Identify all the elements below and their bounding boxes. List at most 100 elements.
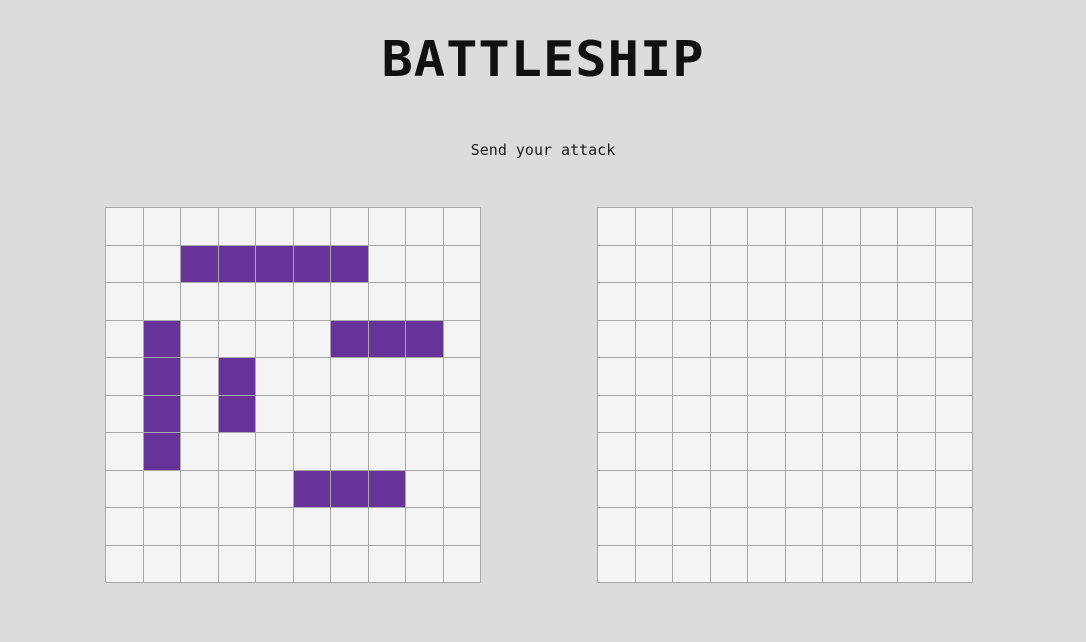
enemy-board-cell[interactable] xyxy=(823,508,861,546)
enemy-board-cell[interactable] xyxy=(710,470,748,508)
enemy-board-cell[interactable] xyxy=(898,433,936,471)
enemy-board-cell[interactable] xyxy=(673,358,711,396)
enemy-board-cell[interactable] xyxy=(748,508,786,546)
enemy-board-cell[interactable] xyxy=(598,470,636,508)
enemy-board-cell[interactable] xyxy=(748,395,786,433)
enemy-board-cell[interactable] xyxy=(785,433,823,471)
enemy-board-cell[interactable] xyxy=(935,508,973,546)
enemy-board-cell[interactable] xyxy=(673,508,711,546)
enemy-board-cell[interactable] xyxy=(598,245,636,283)
enemy-board-cell[interactable] xyxy=(935,395,973,433)
enemy-board-cell[interactable] xyxy=(635,320,673,358)
enemy-board-cell[interactable] xyxy=(935,245,973,283)
enemy-board-cell[interactable] xyxy=(823,395,861,433)
enemy-board-cell[interactable] xyxy=(935,545,973,583)
enemy-board-cell[interactable] xyxy=(860,470,898,508)
enemy-board-cell[interactable] xyxy=(860,508,898,546)
enemy-board-cell[interactable] xyxy=(823,320,861,358)
enemy-board-cell[interactable] xyxy=(673,545,711,583)
enemy-board-cell[interactable] xyxy=(823,245,861,283)
enemy-board-cell[interactable] xyxy=(898,545,936,583)
enemy-board-cell[interactable] xyxy=(748,358,786,396)
enemy-board-cell[interactable] xyxy=(898,283,936,321)
enemy-board-cell[interactable] xyxy=(673,208,711,246)
enemy-board-cell[interactable] xyxy=(710,433,748,471)
enemy-board-cell[interactable] xyxy=(635,245,673,283)
enemy-board-cell[interactable] xyxy=(598,545,636,583)
enemy-board-cell[interactable] xyxy=(860,320,898,358)
enemy-board-cell[interactable] xyxy=(785,320,823,358)
enemy-board-cell[interactable] xyxy=(935,433,973,471)
enemy-board-cell[interactable] xyxy=(898,395,936,433)
enemy-board-cell[interactable] xyxy=(898,320,936,358)
enemy-board-cell[interactable] xyxy=(748,433,786,471)
enemy-board-cell[interactable] xyxy=(673,283,711,321)
enemy-board-cell[interactable] xyxy=(898,358,936,396)
enemy-board-cell[interactable] xyxy=(860,395,898,433)
enemy-board-cell[interactable] xyxy=(635,545,673,583)
enemy-board-cell[interactable] xyxy=(635,508,673,546)
enemy-board-cell[interactable] xyxy=(635,283,673,321)
enemy-board-cell[interactable] xyxy=(748,470,786,508)
enemy-board[interactable] xyxy=(597,207,973,583)
enemy-board-cell[interactable] xyxy=(710,508,748,546)
enemy-board-cell[interactable] xyxy=(598,433,636,471)
enemy-board-cell[interactable] xyxy=(823,358,861,396)
enemy-board-cell[interactable] xyxy=(935,470,973,508)
enemy-board-cell[interactable] xyxy=(635,358,673,396)
enemy-board-cell[interactable] xyxy=(635,433,673,471)
enemy-board-cell[interactable] xyxy=(785,545,823,583)
enemy-board-cell[interactable] xyxy=(710,283,748,321)
enemy-board-cell[interactable] xyxy=(860,358,898,396)
enemy-board-cell[interactable] xyxy=(598,283,636,321)
enemy-board-cell[interactable] xyxy=(673,245,711,283)
enemy-board-cell[interactable] xyxy=(935,358,973,396)
enemy-board-cell[interactable] xyxy=(860,208,898,246)
enemy-board-cell[interactable] xyxy=(598,358,636,396)
enemy-board-cell[interactable] xyxy=(898,508,936,546)
enemy-board-cell[interactable] xyxy=(860,545,898,583)
enemy-board-cell[interactable] xyxy=(710,395,748,433)
enemy-board-cell[interactable] xyxy=(860,283,898,321)
enemy-board-cell[interactable] xyxy=(748,283,786,321)
enemy-board-cell[interactable] xyxy=(748,245,786,283)
enemy-board-cell[interactable] xyxy=(785,358,823,396)
enemy-board-cell[interactable] xyxy=(598,508,636,546)
enemy-board-cell[interactable] xyxy=(748,320,786,358)
enemy-board-cell[interactable] xyxy=(748,545,786,583)
enemy-board-cell[interactable] xyxy=(860,433,898,471)
enemy-board-cell[interactable] xyxy=(935,320,973,358)
enemy-board-cell[interactable] xyxy=(598,395,636,433)
enemy-board-cell[interactable] xyxy=(860,245,898,283)
enemy-board-cell[interactable] xyxy=(935,283,973,321)
enemy-board-cell[interactable] xyxy=(710,358,748,396)
enemy-board-cell[interactable] xyxy=(635,395,673,433)
enemy-board-cell[interactable] xyxy=(823,208,861,246)
enemy-board-cell[interactable] xyxy=(598,208,636,246)
enemy-board-cell[interactable] xyxy=(710,208,748,246)
enemy-board-cell[interactable] xyxy=(673,433,711,471)
enemy-board-cell[interactable] xyxy=(710,320,748,358)
enemy-board-cell[interactable] xyxy=(785,470,823,508)
enemy-board-cell[interactable] xyxy=(635,470,673,508)
enemy-board-cell[interactable] xyxy=(673,395,711,433)
enemy-board-cell[interactable] xyxy=(710,545,748,583)
enemy-board-cell[interactable] xyxy=(635,208,673,246)
enemy-board-cell[interactable] xyxy=(710,245,748,283)
enemy-board-cell[interactable] xyxy=(785,283,823,321)
enemy-board-cell[interactable] xyxy=(785,245,823,283)
enemy-board-cell[interactable] xyxy=(673,320,711,358)
enemy-board-cell[interactable] xyxy=(823,283,861,321)
enemy-board-cell[interactable] xyxy=(823,470,861,508)
enemy-board-cell[interactable] xyxy=(598,320,636,358)
enemy-board-cell[interactable] xyxy=(673,470,711,508)
enemy-board-cell[interactable] xyxy=(785,395,823,433)
enemy-board-cell[interactable] xyxy=(898,208,936,246)
enemy-board-cell[interactable] xyxy=(898,470,936,508)
enemy-board-cell[interactable] xyxy=(785,508,823,546)
enemy-board-cell[interactable] xyxy=(785,208,823,246)
enemy-board-cell[interactable] xyxy=(935,208,973,246)
enemy-board-cell[interactable] xyxy=(898,245,936,283)
enemy-board-cell[interactable] xyxy=(748,208,786,246)
enemy-board-cell[interactable] xyxy=(823,545,861,583)
